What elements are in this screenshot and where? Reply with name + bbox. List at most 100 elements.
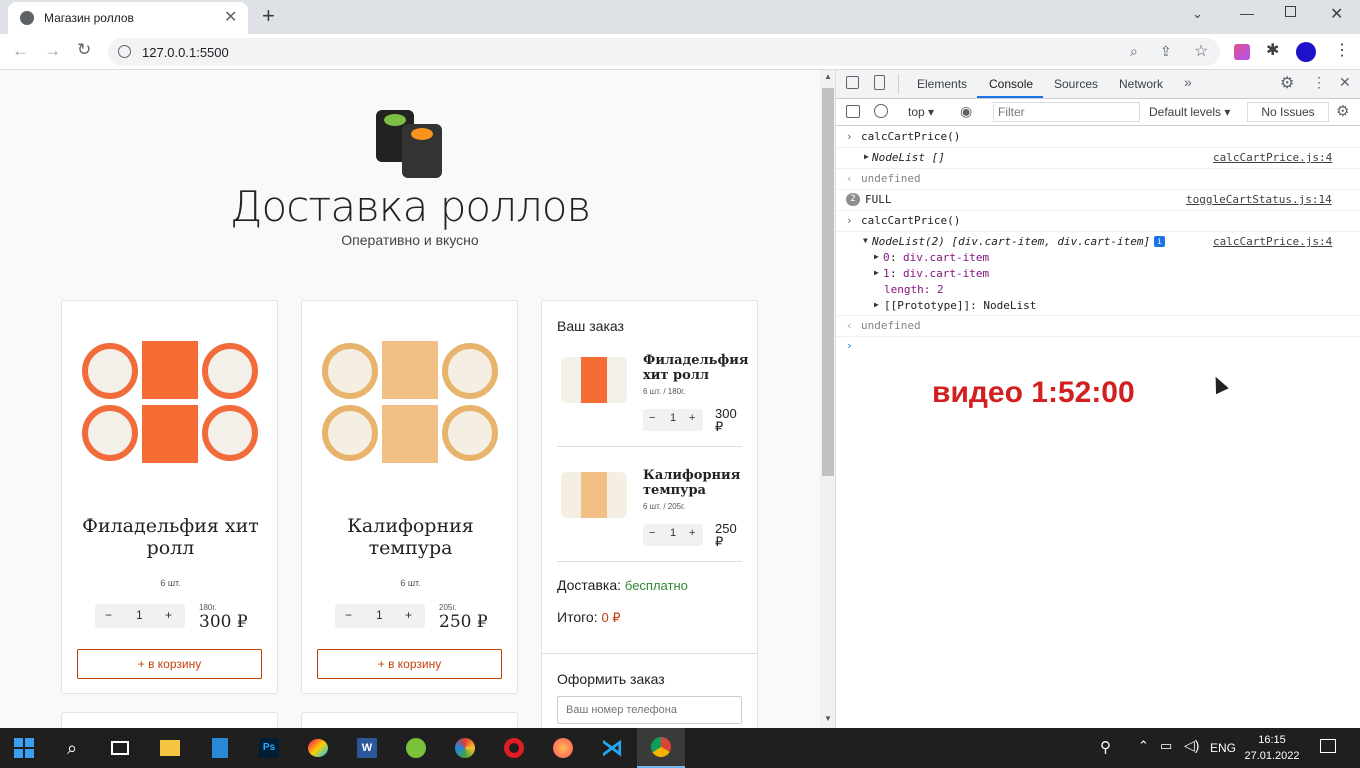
console-prompt[interactable]: › bbox=[836, 337, 1360, 357]
console-text[interactable]: NodeList(2) [div.cart-item, div.cart-ite… bbox=[872, 235, 1150, 248]
add-to-cart-button[interactable]: + в корзину bbox=[77, 649, 262, 679]
console-result-line: ‹ undefined bbox=[836, 169, 1360, 190]
scroll-up-icon[interactable]: ▲ bbox=[824, 72, 832, 81]
minimize-button[interactable]: — bbox=[1240, 5, 1254, 21]
expand-arrow-icon[interactable]: ▶ bbox=[874, 268, 879, 277]
scroll-down-icon[interactable]: ▼ bbox=[824, 714, 832, 723]
tab-elements[interactable]: Elements bbox=[917, 77, 967, 91]
back-button[interactable]: ← bbox=[12, 41, 29, 61]
utorrent-icon[interactable] bbox=[392, 728, 440, 768]
quantity-stepper[interactable]: − 1 + bbox=[95, 604, 185, 628]
notifications-icon[interactable] bbox=[1320, 739, 1336, 753]
console-result-line: ‹ undefined bbox=[836, 316, 1360, 337]
source-link[interactable]: calcCartPrice.js:4 bbox=[1213, 235, 1332, 248]
console-log-line: 2 FULL toggleCartStatus.js:14 bbox=[836, 190, 1360, 211]
close-devtools-icon[interactable]: ✕ bbox=[1339, 74, 1351, 91]
source-link[interactable]: calcCartPrice.js:4 bbox=[1213, 151, 1332, 164]
tab-sources[interactable]: Sources bbox=[1054, 77, 1098, 91]
word-icon[interactable]: W bbox=[343, 728, 391, 768]
firefox-icon[interactable] bbox=[539, 728, 587, 768]
filter-input[interactable] bbox=[993, 102, 1140, 122]
minus-button[interactable]: − bbox=[345, 609, 352, 621]
browser-toolbar: ← → ↻ 127.0.0.1:5500 ⌕ ⇪ ☆ ✱ ⋮ bbox=[0, 34, 1360, 70]
paint-icon[interactable] bbox=[294, 728, 342, 768]
quantity-stepper[interactable]: − 1 + bbox=[643, 409, 703, 431]
chrome-icon[interactable] bbox=[637, 728, 685, 768]
volume-icon[interactable]: ◁) bbox=[1184, 737, 1199, 754]
page-subtitle: Оперативно и вкусно bbox=[341, 232, 479, 248]
search-icon[interactable]: ⌕ bbox=[48, 728, 96, 768]
language-indicator[interactable]: ENG bbox=[1210, 741, 1236, 755]
close-window-button[interactable]: ✕ bbox=[1330, 4, 1343, 24]
context-select[interactable]: top ▾ bbox=[908, 105, 934, 119]
zoom-icon[interactable]: ⌕ bbox=[1130, 43, 1138, 60]
globe-icon bbox=[20, 11, 34, 25]
plus-button[interactable]: + bbox=[689, 528, 695, 539]
phone-input[interactable] bbox=[557, 696, 742, 724]
calculator-icon[interactable] bbox=[196, 728, 244, 768]
extension-icon[interactable] bbox=[1234, 44, 1250, 60]
reload-button[interactable]: ↻ bbox=[77, 40, 91, 60]
address-bar[interactable]: 127.0.0.1:5500 ⌕ ⇪ ☆ bbox=[108, 38, 1220, 66]
opera-icon[interactable] bbox=[490, 728, 538, 768]
clock[interactable]: 16:15 27.01.2022 bbox=[1244, 732, 1300, 764]
start-button[interactable] bbox=[0, 728, 48, 768]
puzzle-icon[interactable]: ✱ bbox=[1266, 40, 1279, 60]
devtools-menu-icon[interactable]: ⋮ bbox=[1312, 74, 1326, 91]
device-toggle-icon[interactable] bbox=[874, 75, 885, 90]
minus-button[interactable]: − bbox=[649, 528, 655, 539]
console-settings-icon[interactable]: ⚙ bbox=[1336, 102, 1349, 120]
share-icon[interactable]: ⇪ bbox=[1160, 43, 1172, 60]
settings-icon[interactable]: ⚙ bbox=[1280, 73, 1294, 93]
expand-arrow-icon[interactable]: ▶ bbox=[874, 252, 879, 261]
page-scrollbar[interactable]: ▲ ▼ bbox=[820, 70, 836, 728]
vscode-icon[interactable]: ⋊ bbox=[588, 728, 636, 768]
quantity-stepper[interactable]: − 1 + bbox=[643, 524, 703, 546]
more-tabs-icon[interactable]: » bbox=[1184, 74, 1192, 90]
plus-button[interactable]: + bbox=[165, 609, 172, 621]
close-tab-icon[interactable]: ✕ bbox=[224, 7, 237, 27]
product-count: 6 шт. bbox=[400, 578, 421, 588]
levels-value: Default levels bbox=[1149, 105, 1222, 119]
tab-network[interactable]: Network bbox=[1119, 77, 1163, 91]
source-link[interactable]: toggleCartStatus.js:14 bbox=[1186, 193, 1332, 206]
quantity-stepper[interactable]: − 1 + bbox=[335, 604, 425, 628]
collapse-arrow-icon[interactable]: ▼ bbox=[863, 236, 868, 245]
tray-chevron-icon[interactable]: ⌃ bbox=[1138, 738, 1149, 754]
expand-arrow-icon[interactable]: ▶ bbox=[874, 300, 879, 309]
prompt-icon: › bbox=[846, 214, 853, 227]
task-view-icon[interactable] bbox=[96, 728, 144, 768]
plus-button[interactable]: + bbox=[405, 609, 412, 621]
clear-console-icon[interactable] bbox=[874, 104, 888, 118]
minus-button[interactable]: − bbox=[649, 413, 655, 424]
restore-button[interactable] bbox=[1285, 6, 1296, 17]
minus-button[interactable]: − bbox=[105, 609, 112, 621]
tab-console[interactable]: Console bbox=[989, 77, 1033, 91]
product-name: Филадельфия хит ролл bbox=[82, 515, 259, 559]
tab-search-icon[interactable]: ⌄ bbox=[1192, 6, 1203, 22]
forward-button[interactable]: → bbox=[44, 41, 61, 61]
scroll-thumb[interactable] bbox=[822, 88, 834, 476]
inspect-icon[interactable] bbox=[846, 76, 859, 89]
info-badge-icon: i bbox=[1154, 236, 1165, 247]
network-icon[interactable]: ▭ bbox=[1160, 738, 1172, 754]
levels-select[interactable]: Default levels ▾ bbox=[1149, 105, 1230, 119]
context-value: top bbox=[908, 105, 925, 119]
new-tab-button[interactable]: + bbox=[262, 3, 275, 29]
bookmark-star-icon[interactable]: ☆ bbox=[1194, 41, 1208, 61]
profile-avatar[interactable] bbox=[1296, 42, 1316, 62]
add-to-cart-button[interactable]: + в корзину bbox=[317, 649, 502, 679]
issues-button[interactable]: No Issues bbox=[1247, 102, 1329, 122]
photoshop-icon[interactable]: Ps bbox=[245, 728, 293, 768]
sidebar-toggle-icon[interactable] bbox=[846, 105, 860, 118]
file-explorer-icon[interactable] bbox=[146, 728, 194, 768]
menu-icon[interactable]: ⋮ bbox=[1334, 40, 1350, 60]
browser-tab[interactable]: Магазин роллов ✕ bbox=[8, 2, 248, 34]
edge-icon[interactable] bbox=[441, 728, 489, 768]
eye-icon[interactable]: ◉ bbox=[960, 103, 972, 120]
plus-button[interactable]: + bbox=[689, 413, 695, 424]
tab-title: Магазин роллов bbox=[44, 11, 134, 25]
console-text[interactable]: NodeList [] bbox=[872, 151, 945, 164]
expand-arrow-icon[interactable]: ▶ bbox=[864, 152, 869, 161]
people-icon[interactable]: ⚲ bbox=[1100, 738, 1111, 756]
